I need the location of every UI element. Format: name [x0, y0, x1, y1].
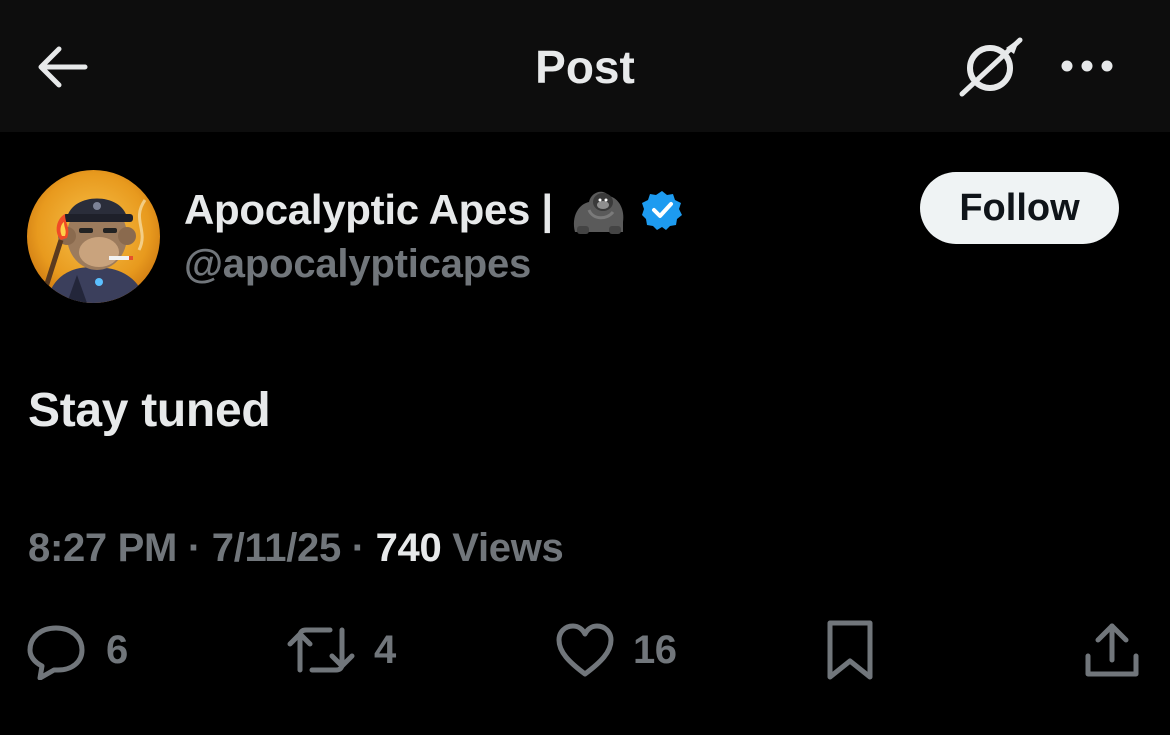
grok-button[interactable]	[955, 32, 1027, 102]
post-time: 8:27 PM	[28, 526, 178, 570]
gorilla-emoji-icon	[567, 182, 629, 238]
like-button[interactable]: 16	[555, 612, 677, 688]
share-button[interactable]	[1082, 612, 1142, 688]
meta-separator: ·	[187, 526, 201, 570]
share-icon	[1085, 623, 1139, 677]
reply-count: 6	[106, 627, 128, 672]
bookmark-icon	[827, 620, 873, 680]
grok-icon	[959, 37, 1023, 97]
author-display-name[interactable]: Apocalyptic Apes |	[184, 186, 553, 234]
post-text: Stay tuned	[28, 384, 271, 437]
repost-button[interactable]: 4	[286, 612, 396, 688]
ape-avatar	[27, 170, 160, 303]
reply-icon	[27, 625, 85, 680]
top-bar: Post	[0, 0, 1170, 132]
avatar[interactable]	[27, 170, 160, 303]
action-bar: 6 4 16	[0, 612, 1170, 688]
views-label: Views	[452, 526, 564, 570]
more-horizontal-icon	[1061, 60, 1113, 72]
reply-button[interactable]: 6	[26, 612, 128, 688]
verified-badge-icon	[641, 189, 683, 231]
follow-button[interactable]: Follow	[920, 172, 1119, 244]
post-date[interactable]: 7/11/25	[212, 526, 341, 570]
post-meta: 8:27 PM · 7/11/25 · 740 Views	[28, 520, 564, 576]
repost-count: 4	[374, 627, 396, 672]
meta-separator: ·	[351, 526, 365, 570]
repost-icon	[287, 627, 355, 673]
views-count: 740	[375, 526, 442, 570]
like-count: 16	[633, 627, 677, 672]
heart-icon	[556, 623, 614, 677]
bookmark-button[interactable]	[824, 612, 876, 688]
author-name-row[interactable]: Apocalyptic Apes |	[184, 180, 683, 240]
author-handle[interactable]: @apocalypticapes	[184, 238, 531, 290]
more-options-button[interactable]	[1052, 40, 1122, 92]
